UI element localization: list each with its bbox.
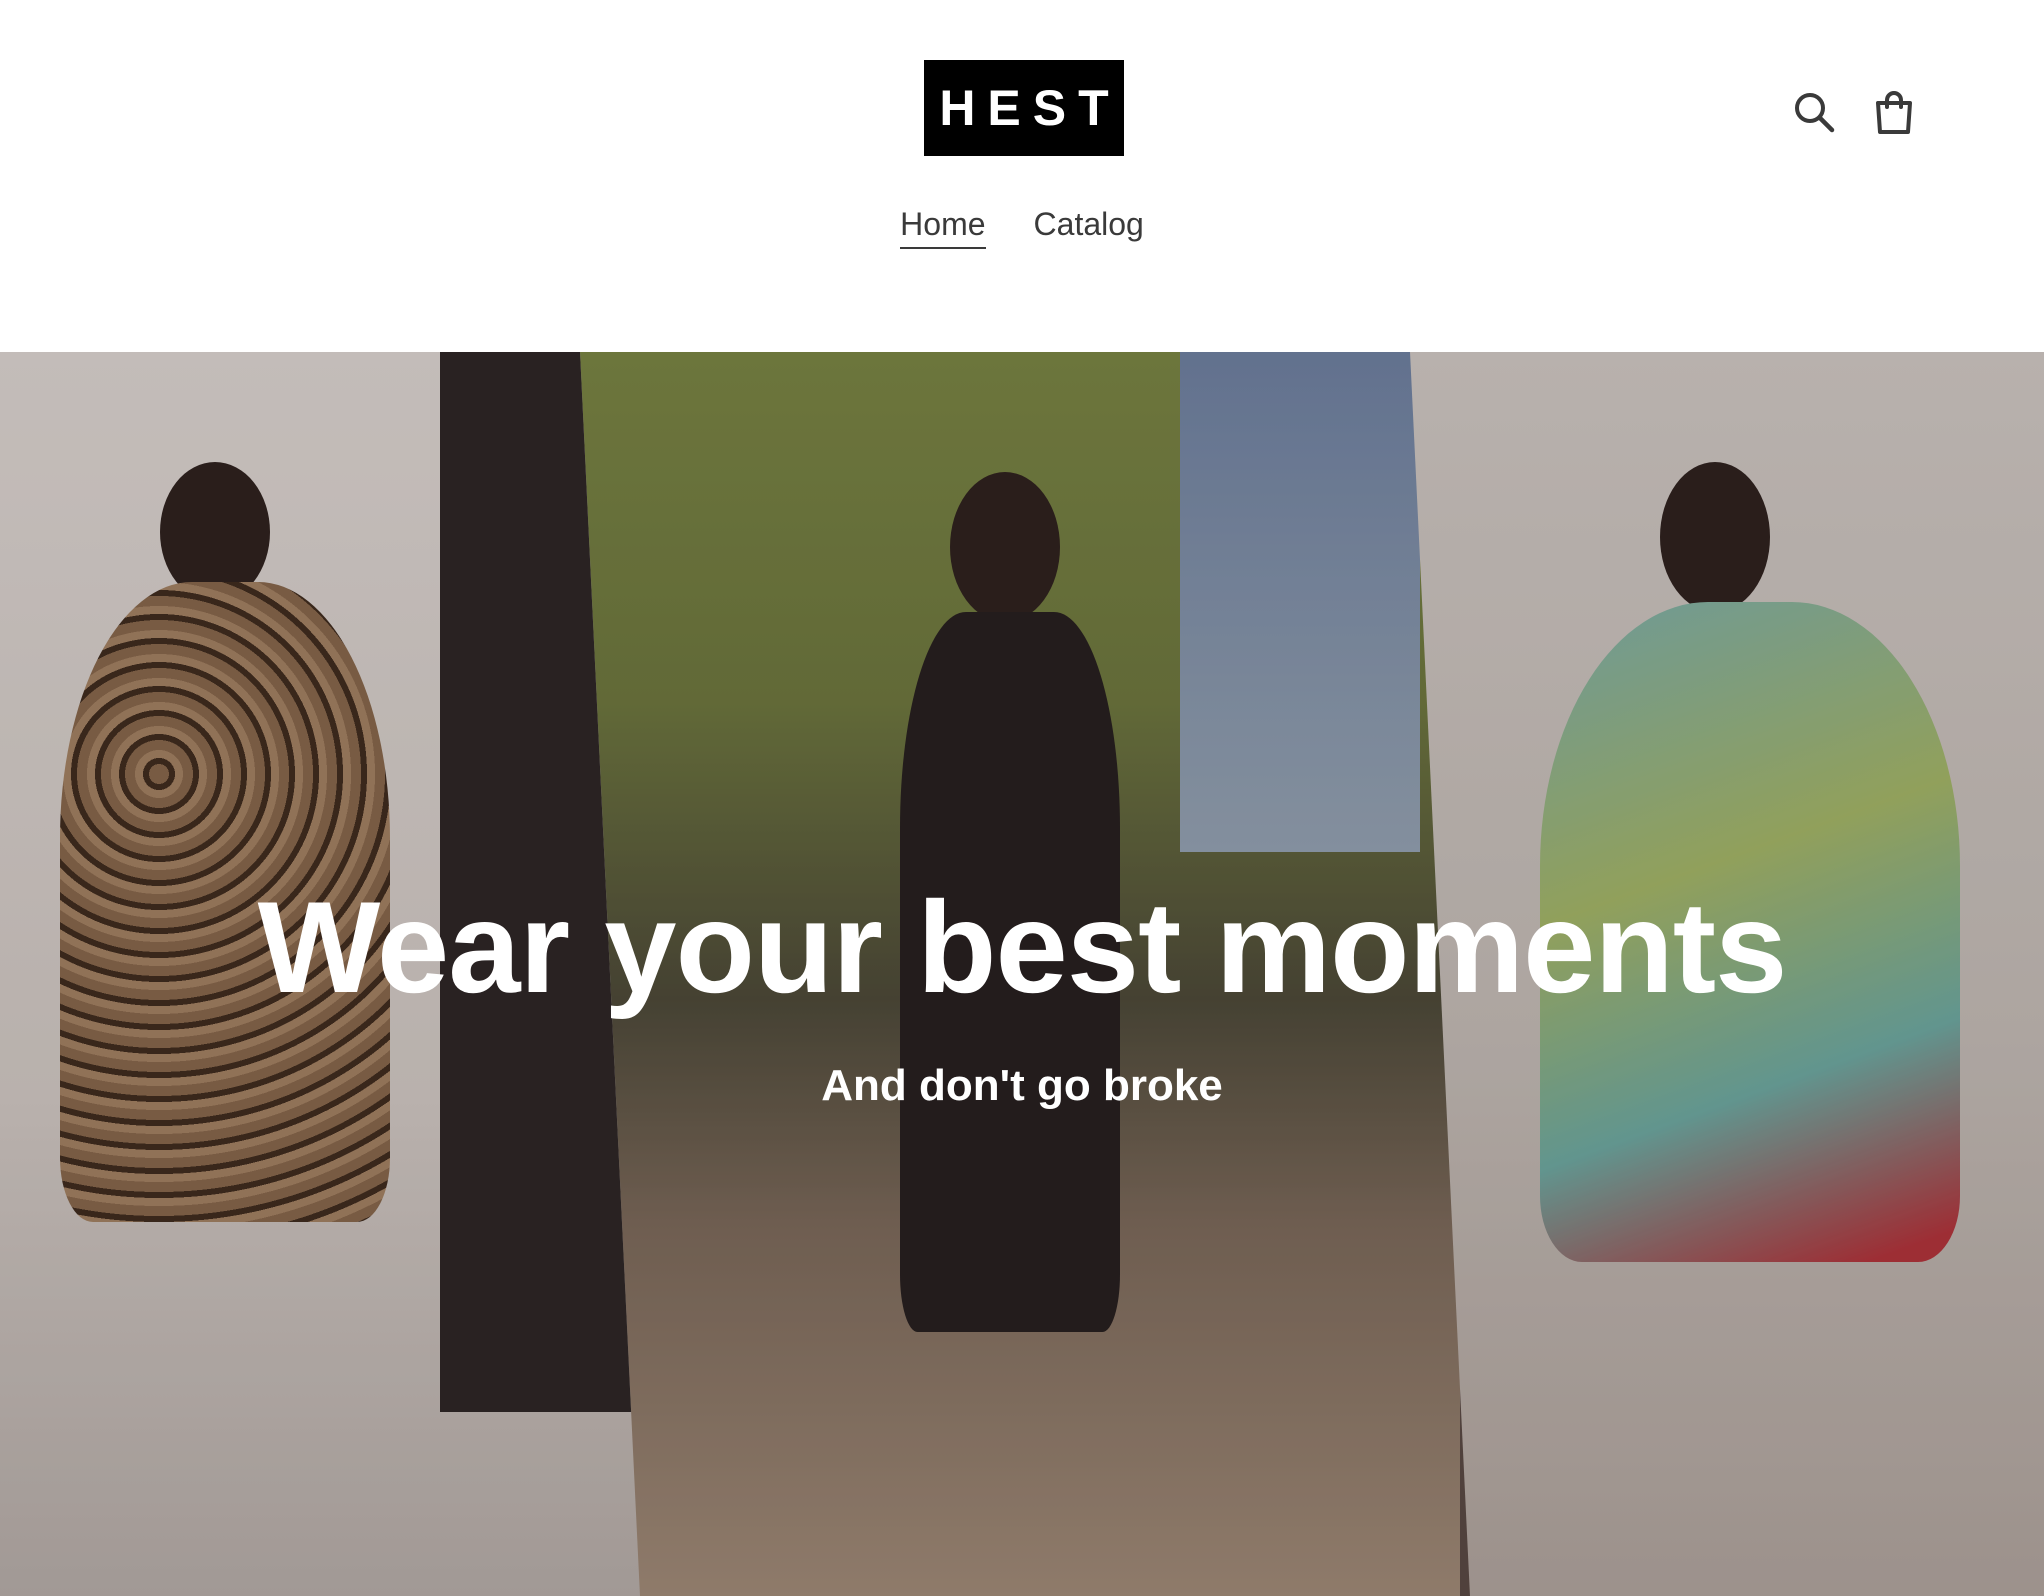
logo-text: HEST (939, 80, 1121, 136)
logo[interactable]: HEST (924, 60, 1124, 156)
hero-title: Wear your best moments (257, 874, 1788, 1020)
hero-subtitle: And don't go broke (821, 1061, 1223, 1110)
search-button[interactable] (1790, 88, 1838, 136)
nav-home-link[interactable]: Home (900, 206, 986, 249)
site-header: HEST Home Catalog (0, 0, 2044, 352)
search-icon (1795, 93, 1835, 133)
cart-button[interactable] (1870, 88, 1918, 136)
nav-catalog-link[interactable]: Catalog (1034, 206, 1144, 249)
cart-icon (1876, 91, 1912, 134)
main-nav: Home Catalog (0, 206, 2044, 249)
hero-banner: Wear your best moments And don't go brok… (0, 352, 2044, 1596)
